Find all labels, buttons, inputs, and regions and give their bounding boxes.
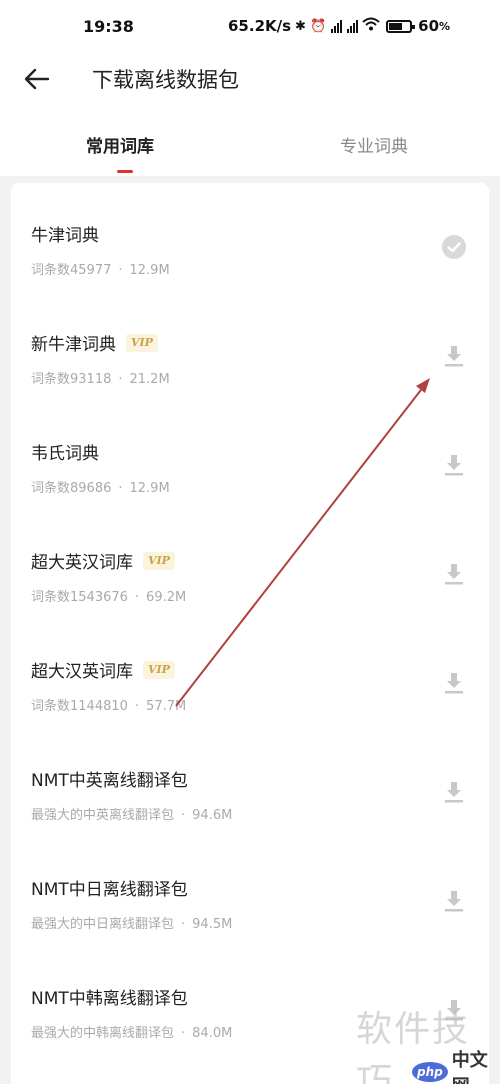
back-button[interactable]	[22, 64, 52, 94]
meta-separator: ·	[134, 590, 140, 605]
item-name-row: 韦氏词典	[31, 439, 99, 464]
download-icon[interactable]	[442, 889, 466, 913]
tab-professional-dictionaries[interactable]: 专业词典	[340, 132, 408, 157]
downloaded-check-icon	[442, 235, 466, 259]
active-tab-indicator	[117, 170, 133, 173]
item-name-row: NMT中英离线翻译包	[31, 766, 188, 791]
item-name: NMT中日离线翻译包	[31, 880, 188, 900]
download-icon[interactable]	[442, 562, 466, 586]
item-name: 韦氏词典	[31, 444, 99, 464]
item-name: 新牛津词典	[31, 335, 116, 355]
item-count: 词条数89686	[31, 481, 112, 496]
dictionary-list[interactable]: 牛津词典 词条数45977 · 12.9M 新牛津词典 VIP 词条数93118 · 21…	[11, 183, 489, 1084]
item-count: 最强大的中英离线翻译包	[31, 808, 175, 823]
list-item[interactable]: 新牛津词典 VIP 词条数93118 · 21.2M	[11, 292, 489, 401]
watermark-site: 中文网	[451, 1050, 488, 1084]
signal-hd-icon	[347, 19, 359, 33]
item-size: 57.7M	[146, 699, 187, 714]
item-count: 词条数93118	[31, 372, 112, 387]
watermark-logo: php 中文网	[412, 1046, 500, 1084]
item-name-row: NMT中韩离线翻译包	[31, 984, 188, 1009]
item-name: NMT中韩离线翻译包	[31, 989, 188, 1009]
meta-separator: ·	[118, 263, 123, 278]
meta-separator: ·	[181, 1026, 186, 1041]
item-name: 超大英汉词库	[31, 553, 133, 573]
item-count: 最强大的中韩离线翻译包	[31, 1026, 175, 1041]
vip-badge: VIP	[143, 551, 175, 570]
meta-separator: ·	[181, 917, 186, 932]
meta-separator: ·	[181, 808, 186, 823]
tab-bar: 常用词库 专业词典	[0, 104, 500, 176]
item-count: 词条数45977	[31, 263, 112, 278]
item-meta: 最强大的中韩离线翻译包 · 84.0M	[31, 1022, 232, 1041]
status-indicators: 65.2K/s ✱ ⏰ 60%	[228, 17, 450, 35]
item-size: 69.2M	[146, 590, 187, 605]
list-item[interactable]: NMT中日离线翻译包 最强大的中日离线翻译包 · 94.5M	[11, 837, 489, 946]
item-name-row: 超大英汉词库 VIP	[31, 548, 175, 573]
status-bar: 19:38 65.2K/s ✱ ⏰ 60%	[0, 0, 500, 56]
download-icon[interactable]	[442, 453, 466, 477]
item-size: 94.5M	[192, 917, 233, 932]
item-meta: 最强大的中日离线翻译包 · 94.5M	[31, 913, 232, 932]
item-name-row: 牛津词典	[31, 221, 99, 246]
vip-badge: VIP	[126, 333, 158, 352]
item-name: 超大汉英词库	[31, 662, 133, 682]
item-count: 词条数1543676	[31, 590, 128, 605]
app-header: 下载离线数据包	[0, 56, 500, 104]
item-size: 21.2M	[129, 372, 170, 387]
wifi-icon	[362, 17, 380, 35]
list-item[interactable]: 牛津词典 词条数45977 · 12.9M	[11, 183, 489, 292]
bluetooth-icon: ✱	[295, 18, 306, 34]
item-name-row: 超大汉英词库 VIP	[31, 657, 175, 682]
meta-separator: ·	[118, 481, 123, 496]
status-time: 19:38	[83, 17, 134, 36]
battery-unit: %	[439, 19, 451, 33]
meta-separator: ·	[134, 699, 140, 714]
item-size: 84.0M	[192, 1026, 233, 1041]
signal-hd-icon	[331, 19, 343, 33]
list-item[interactable]: 超大英汉词库 VIP 词条数1543676 · 69.2M	[11, 510, 489, 619]
alarm-icon: ⏰	[309, 18, 327, 34]
back-arrow-icon	[24, 68, 50, 90]
tab-common-dictionaries[interactable]: 常用词库	[86, 132, 154, 157]
item-name: NMT中英离线翻译包	[31, 771, 188, 791]
download-icon[interactable]	[442, 780, 466, 804]
item-meta: 词条数1543676 · 69.2M	[31, 586, 186, 605]
item-size: 94.6M	[192, 808, 233, 823]
list-item[interactable]: NMT中英离线翻译包 最强大的中英离线翻译包 · 94.6M	[11, 728, 489, 837]
page-title: 下载离线数据包	[92, 68, 239, 92]
network-speed: 65.2K/s	[228, 17, 292, 35]
battery-icon	[386, 19, 416, 33]
item-size: 12.9M	[129, 263, 170, 278]
item-count: 最强大的中日离线翻译包	[31, 917, 175, 932]
item-size: 12.9M	[129, 481, 170, 496]
battery-percent: 60	[418, 17, 440, 35]
meta-separator: ·	[118, 372, 123, 387]
download-icon[interactable]	[442, 671, 466, 695]
item-meta: 词条数89686 · 12.9M	[31, 477, 170, 496]
list-item[interactable]: 超大汉英词库 VIP 词条数1144810 · 57.7M	[11, 619, 489, 728]
item-count: 词条数1144810	[31, 699, 128, 714]
download-icon[interactable]	[442, 344, 466, 368]
vip-badge: VIP	[143, 660, 175, 679]
item-name-row: 新牛津词典 VIP	[31, 330, 158, 355]
item-meta: 词条数1144810 · 57.7M	[31, 695, 186, 714]
item-meta: 词条数93118 · 21.2M	[31, 368, 170, 387]
item-meta: 最强大的中英离线翻译包 · 94.6M	[31, 804, 232, 823]
item-meta: 词条数45977 · 12.9M	[31, 259, 170, 278]
item-name-row: NMT中日离线翻译包	[31, 875, 188, 900]
item-name: 牛津词典	[31, 226, 99, 246]
list-item[interactable]: 韦氏词典 词条数89686 · 12.9M	[11, 401, 489, 510]
php-badge: php	[412, 1062, 448, 1082]
